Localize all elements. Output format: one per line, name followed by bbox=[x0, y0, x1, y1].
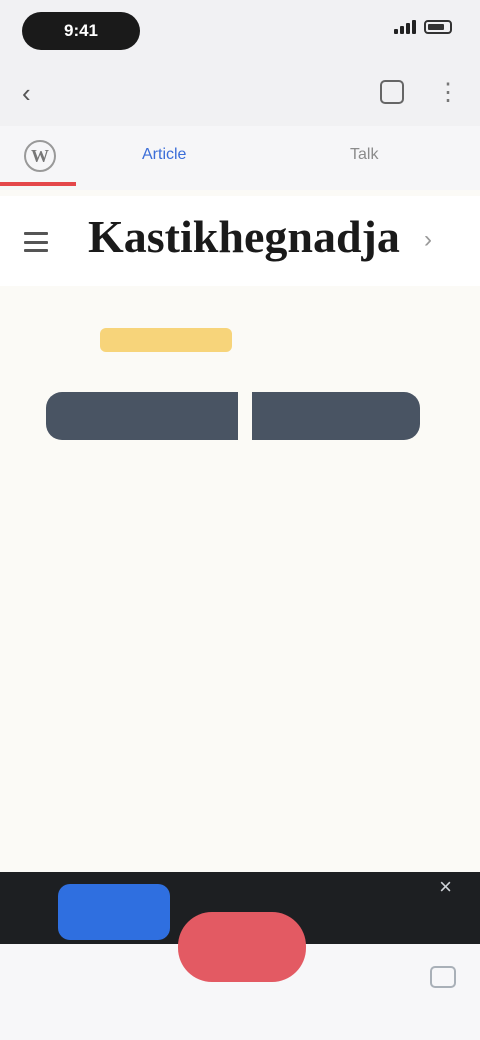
page-title: Kastikhegnadja bbox=[88, 211, 400, 262]
close-icon[interactable]: × bbox=[439, 874, 452, 900]
tab-indicator bbox=[0, 182, 76, 186]
primary-action-button[interactable] bbox=[58, 884, 170, 940]
status-bar: 9:41 bbox=[0, 0, 480, 62]
more-icon[interactable]: ⋮ bbox=[436, 78, 460, 107]
tab-article[interactable]: Article bbox=[142, 146, 186, 164]
battery-icon bbox=[424, 20, 452, 34]
language-icon[interactable]: › bbox=[424, 226, 432, 254]
back-icon[interactable]: ‹ bbox=[22, 80, 48, 106]
floating-action-button[interactable] bbox=[178, 912, 306, 982]
wiki-tab-bar bbox=[0, 126, 480, 190]
status-badge bbox=[100, 328, 232, 352]
url-bar: ‹ bbox=[0, 62, 480, 126]
wikipedia-logo-icon[interactable]: W bbox=[24, 140, 56, 172]
status-icons bbox=[394, 20, 452, 34]
tabs-icon[interactable] bbox=[380, 80, 404, 104]
status-time: 9:41 bbox=[22, 12, 140, 50]
tab-talk[interactable]: Talk bbox=[350, 146, 378, 164]
menu-icon[interactable] bbox=[24, 232, 48, 252]
tabs-corner-icon[interactable] bbox=[430, 966, 456, 988]
signal-icon bbox=[394, 20, 416, 34]
url-field[interactable] bbox=[72, 84, 342, 106]
segment-right-button[interactable] bbox=[252, 392, 420, 440]
segment-left-button[interactable] bbox=[46, 392, 238, 440]
